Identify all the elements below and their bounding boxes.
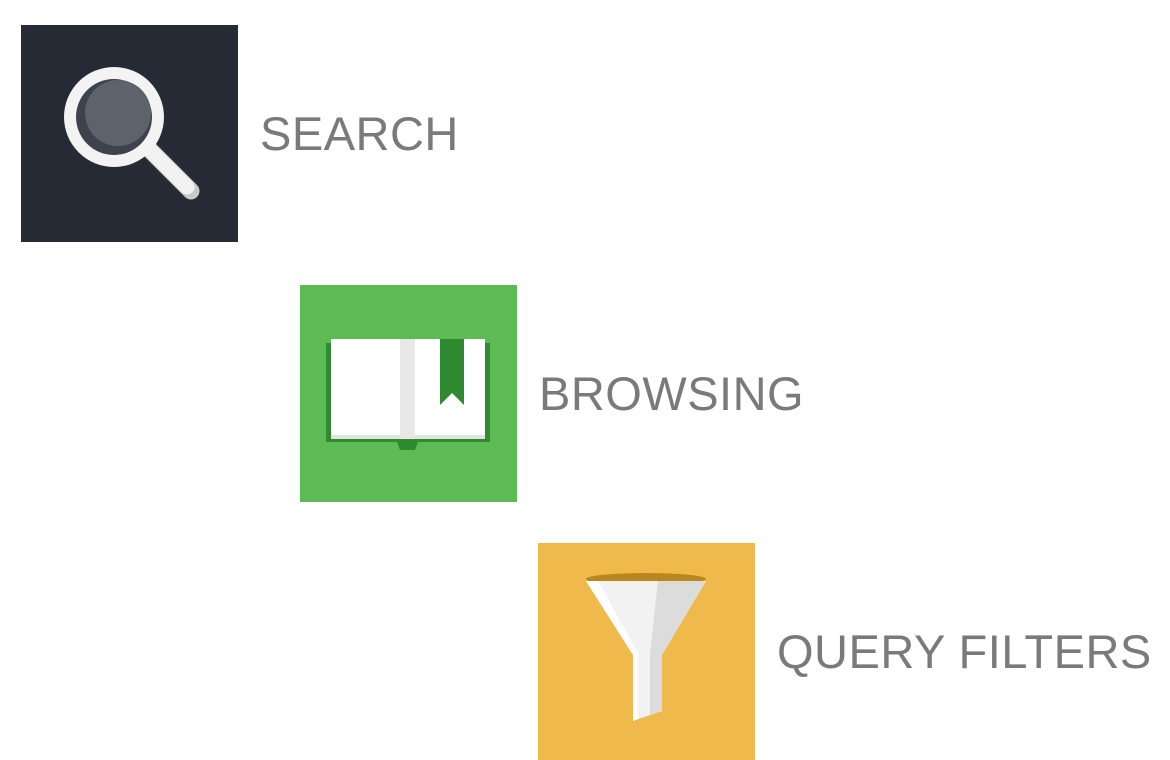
search-tile[interactable]: [21, 25, 238, 242]
search-label: SEARCH: [260, 107, 459, 160]
feature-query-filters[interactable]: QUERY FILTERS: [538, 543, 1152, 760]
feature-search[interactable]: SEARCH: [21, 25, 459, 242]
magnifier-icon: [21, 25, 238, 242]
open-book-icon: [300, 285, 517, 502]
feature-browsing[interactable]: BROWSING: [300, 285, 804, 502]
query-filters-tile[interactable]: [538, 543, 755, 760]
browsing-label: BROWSING: [539, 367, 805, 420]
browsing-tile[interactable]: [300, 285, 517, 502]
funnel-icon: [538, 543, 755, 760]
query-filters-label: QUERY FILTERS: [777, 625, 1152, 678]
